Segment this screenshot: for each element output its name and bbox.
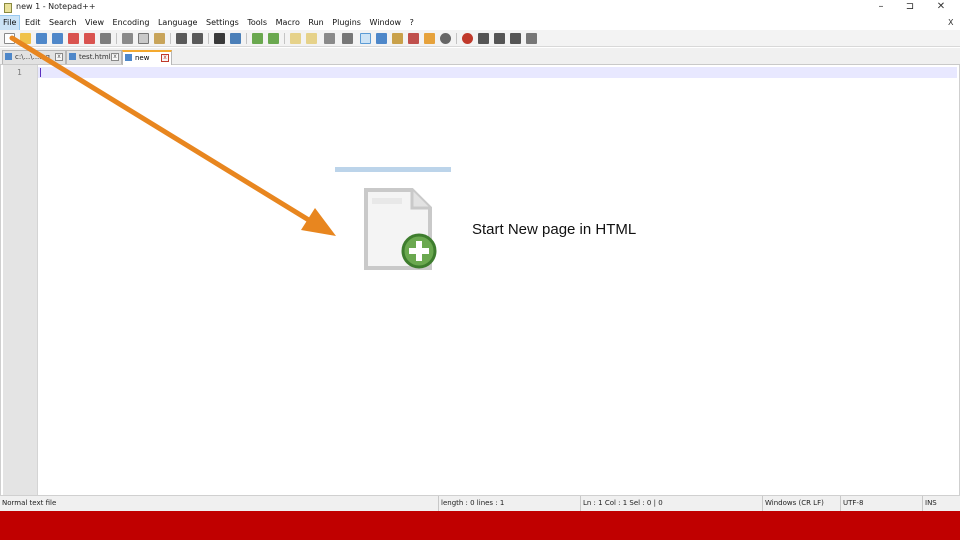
tab-bar: c:\...\...log x test.html x new x [0, 48, 960, 65]
status-position: Ln : 1 Col : 1 Sel : 0 | 0 [580, 496, 762, 511]
menu-encoding[interactable]: Encoding [110, 16, 153, 30]
copy-icon[interactable] [138, 33, 149, 44]
status-insert-mode[interactable]: INS [922, 496, 960, 511]
toolbar [0, 30, 960, 47]
zoom-out-icon[interactable] [268, 33, 279, 44]
tab-label: new [135, 54, 150, 62]
line-number-gutter: 1 [3, 65, 38, 495]
status-file-type: Normal text file [2, 499, 57, 507]
new-file-icon[interactable] [4, 33, 15, 44]
cut-icon[interactable] [122, 33, 133, 44]
toolbar-separator [170, 33, 171, 44]
replace-icon[interactable] [230, 33, 241, 44]
line-number: 1 [17, 68, 22, 77]
find-icon[interactable] [214, 33, 225, 44]
document-map-icon[interactable] [392, 33, 403, 44]
save-all-icon[interactable] [52, 33, 63, 44]
menu-view[interactable]: View [82, 16, 107, 30]
status-eol[interactable]: Windows (CR LF) [762, 496, 840, 511]
toolbar-separator [208, 33, 209, 44]
menu-file[interactable]: File [0, 15, 21, 31]
tab-new[interactable]: new x [122, 50, 172, 65]
window-title: new 1 - Notepad++ [16, 2, 96, 11]
show-all-characters-icon[interactable] [342, 33, 353, 44]
word-wrap-icon[interactable] [324, 33, 335, 44]
new-document-icon [364, 188, 437, 270]
saved-file-icon [5, 53, 12, 60]
saved-file-icon [125, 54, 132, 61]
current-line-highlight [38, 67, 957, 78]
minimize-button[interactable]: – [866, 0, 896, 14]
menu-settings[interactable]: Settings [203, 16, 242, 30]
undo-icon[interactable] [176, 33, 187, 44]
title-bar: new 1 - Notepad++ – ⊐ ✕ [0, 0, 960, 16]
menu-macro[interactable]: Macro [273, 16, 303, 30]
zoom-in-icon[interactable] [252, 33, 263, 44]
sync-horizontal-icon[interactable] [306, 33, 317, 44]
menu-edit[interactable]: Edit [22, 16, 44, 30]
icon-highlight-bar [335, 167, 451, 172]
redo-icon[interactable] [192, 33, 203, 44]
run-macro-multiple-icon[interactable] [510, 33, 521, 44]
notepad-app-icon [4, 3, 12, 13]
annotation-caption: Start New page in HTML [472, 221, 637, 238]
tab-label: test.html [79, 53, 111, 61]
close-document-button[interactable]: X [948, 16, 953, 30]
user-language-icon[interactable] [376, 33, 387, 44]
print-icon[interactable] [100, 33, 111, 44]
sync-vertical-icon[interactable] [290, 33, 301, 44]
indent-guide-icon[interactable] [360, 33, 371, 44]
tab-test-html[interactable]: test.html x [66, 50, 122, 64]
menu-help[interactable]: ? [407, 16, 417, 30]
function-list-icon[interactable] [408, 33, 419, 44]
tab-close-icon[interactable]: x [55, 53, 63, 61]
tab-close-icon[interactable]: x [161, 54, 169, 62]
status-encoding[interactable]: UTF-8 [840, 496, 922, 511]
monitoring-icon[interactable] [440, 33, 451, 44]
toolbar-separator [456, 33, 457, 44]
text-caret [40, 68, 41, 77]
play-macro-icon[interactable] [494, 33, 505, 44]
restore-button[interactable]: ⊐ [895, 0, 925, 14]
tab-close-icon[interactable]: x [111, 53, 119, 61]
status-bar: Normal text file length : 0 lines : 1 Ln… [0, 495, 960, 511]
menu-run[interactable]: Run [305, 16, 326, 30]
menu-language[interactable]: Language [155, 16, 200, 30]
close-all-icon[interactable] [84, 33, 95, 44]
tab-log-file[interactable]: c:\...\...log x [2, 50, 66, 64]
menu-plugins[interactable]: Plugins [329, 16, 364, 30]
editor-area[interactable]: 1 [0, 65, 960, 495]
menu-search[interactable]: Search [46, 16, 79, 30]
close-window-button[interactable]: ✕ [926, 0, 956, 14]
folder-workspace-icon[interactable] [424, 33, 435, 44]
close-file-icon[interactable] [68, 33, 79, 44]
tab-label: c:\...\...log [15, 53, 50, 61]
menu-window[interactable]: Window [366, 16, 404, 30]
status-length-lines: length : 0 lines : 1 [438, 496, 580, 511]
menu-bar: File Edit Search View Encoding Language … [0, 15, 960, 31]
toolbar-separator [246, 33, 247, 44]
save-icon[interactable] [36, 33, 47, 44]
toolbar-separator [116, 33, 117, 44]
paste-icon[interactable] [154, 33, 165, 44]
toolbar-separator [284, 33, 285, 44]
saved-file-icon [69, 53, 76, 60]
save-macro-icon[interactable] [526, 33, 537, 44]
record-macro-icon[interactable] [462, 33, 473, 44]
menu-tools[interactable]: Tools [244, 16, 270, 30]
stop-macro-icon[interactable] [478, 33, 489, 44]
open-file-icon[interactable] [20, 33, 31, 44]
slide-footer-bar [0, 511, 960, 540]
